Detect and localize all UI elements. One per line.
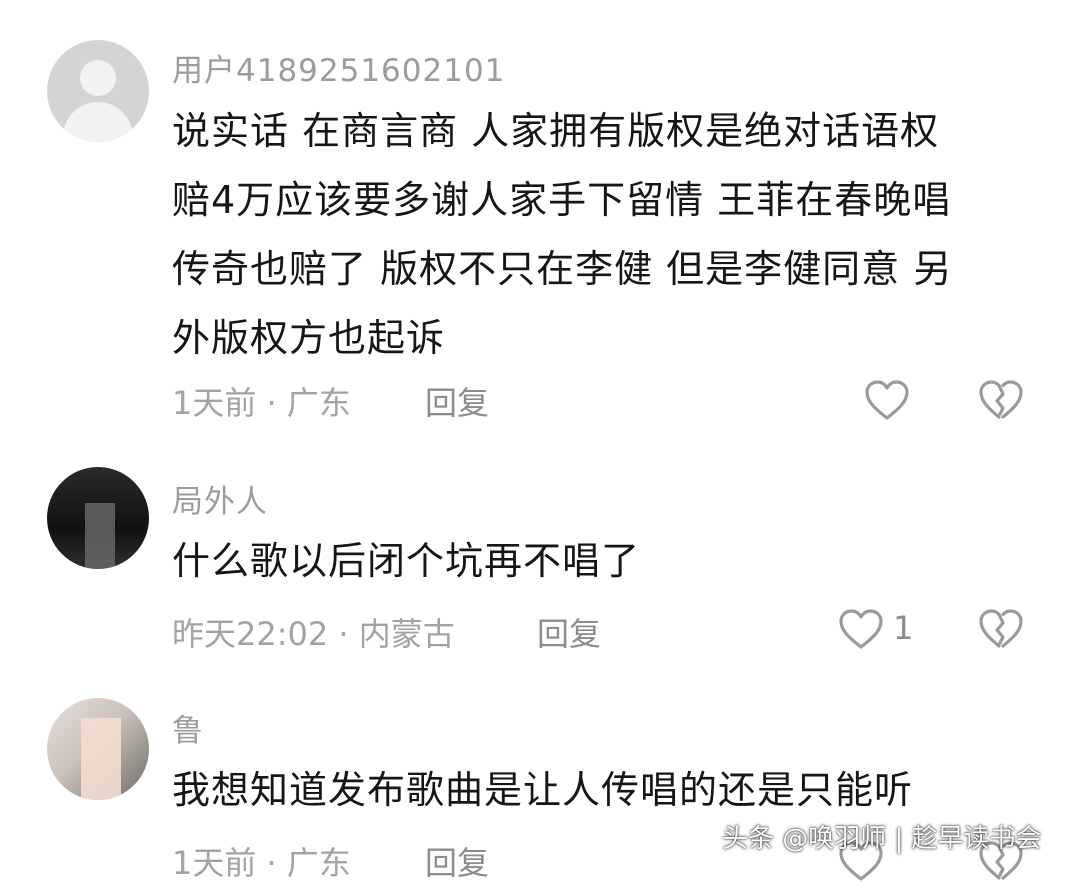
watermark-text: 头条 @唤羽师 | 趁早读书会 [722, 824, 1042, 854]
comment-text: 什么歌以后闭个坑再不唱了 [172, 539, 641, 583]
broken-heart-icon[interactable] [978, 379, 1024, 421]
avatar-image [85, 503, 115, 569]
comment-text: 说实话 在商言商 人家拥有版权是绝对话语权 赔4万应该要多谢人家手下留情 王菲在… [172, 109, 953, 360]
heart-outline-icon[interactable] [864, 379, 910, 421]
comment-username[interactable]: 局外人 [172, 476, 268, 521]
reply-button[interactable]: 回复 [537, 609, 601, 655]
comment-username[interactable]: 用户4189251602101 [172, 45, 505, 90]
avatar-head [80, 60, 116, 96]
comment-text: 我想知道发布歌曲是让人传唱的还是只能听 [172, 768, 914, 812]
comment-meta: 1天前 · 广东 [172, 384, 351, 422]
broken-heart-icon[interactable] [978, 608, 1024, 650]
comment-meta: 1天前 · 广东 [172, 844, 351, 882]
avatar[interactable] [47, 467, 149, 569]
comment-meta: 昨天22:02 · 内蒙古 [172, 615, 455, 653]
avatar[interactable] [47, 40, 149, 142]
avatar[interactable] [47, 698, 149, 800]
comment-username[interactable]: 鲁 [172, 705, 204, 750]
reply-button[interactable]: 回复 [425, 378, 489, 424]
avatar-image [81, 718, 121, 800]
reply-button[interactable]: 回复 [425, 838, 489, 884]
avatar-shoulders [63, 102, 133, 142]
like-count: 1 [893, 609, 914, 647]
heart-outline-icon[interactable] [838, 608, 884, 650]
